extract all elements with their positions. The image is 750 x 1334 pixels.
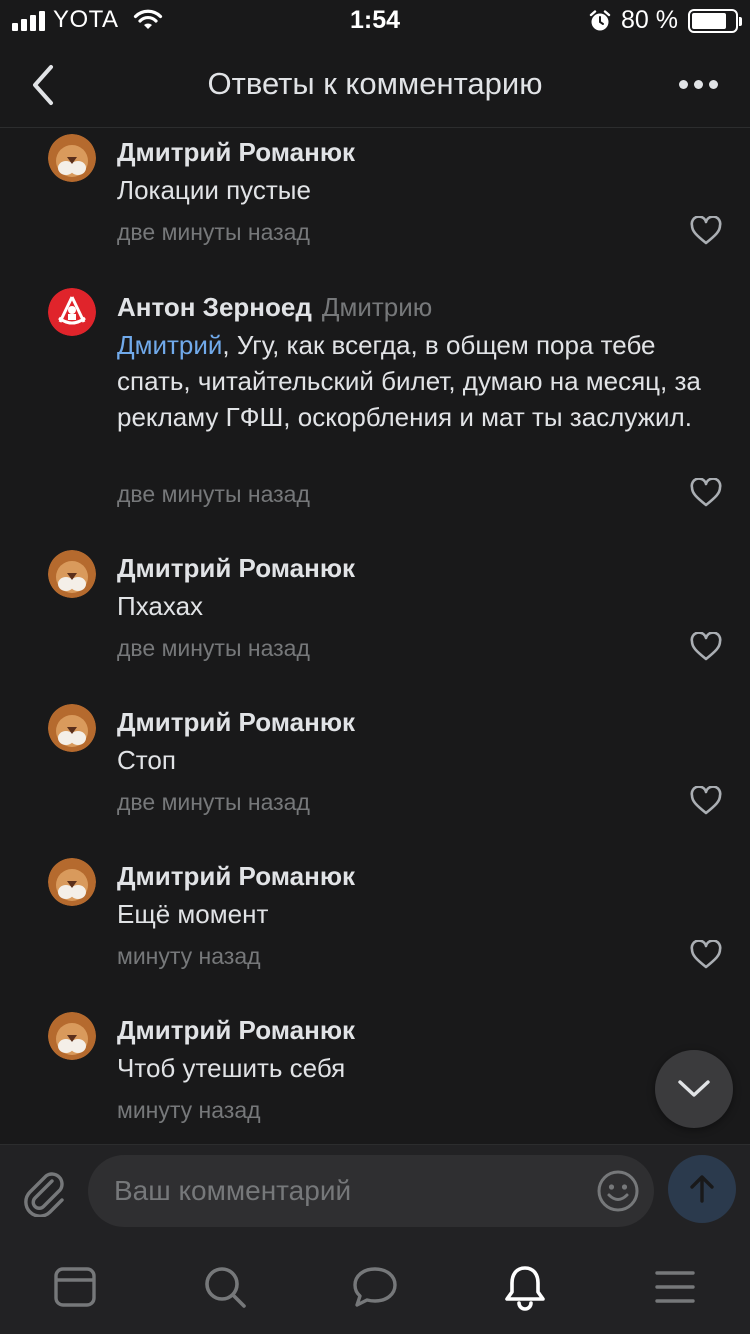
- comment-input[interactable]: Ваш комментарий: [88, 1155, 654, 1227]
- comment-text: Пхахах: [117, 591, 204, 621]
- comment-time: две минуты назад: [117, 219, 310, 245]
- lion-avatar[interactable]: [48, 1012, 96, 1060]
- battery-percent: 80 %: [621, 6, 678, 34]
- menu-icon: [655, 1271, 695, 1303]
- lion-avatar[interactable]: [48, 704, 96, 752]
- search-icon: [205, 1267, 246, 1308]
- heart-icon[interactable]: [690, 632, 722, 662]
- author-name[interactable]: Антон Зерноед: [117, 292, 312, 322]
- tab-news[interactable]: [50, 1262, 100, 1312]
- tab-search[interactable]: [200, 1262, 250, 1312]
- author-row: Антон Зерноед Дмитрию: [117, 292, 432, 323]
- comment-text: Локации пустые: [117, 175, 311, 205]
- paperclip-icon[interactable]: [22, 1167, 68, 1217]
- nav-bar: Ответы к комментарию: [0, 42, 750, 128]
- chevron-down-icon: [678, 1080, 710, 1097]
- battery-icon: [688, 8, 742, 33]
- heart-icon[interactable]: [690, 216, 722, 246]
- author-row: Дмитрий Романюк: [117, 1015, 355, 1046]
- heart-icon[interactable]: [690, 478, 722, 508]
- more-horizontal-icon: [678, 79, 688, 89]
- status-right: 80 %: [589, 6, 742, 35]
- arrow-up-icon: [690, 1175, 714, 1203]
- notifications-icon: [505, 1266, 545, 1311]
- tab-menu[interactable]: [650, 1262, 700, 1312]
- alarm-clock-icon: [589, 9, 611, 30]
- author-name[interactable]: Дмитрий Романюк: [117, 137, 355, 167]
- author-row: Дмитрий Романюк: [117, 707, 355, 738]
- author-name[interactable]: Дмитрий Романюк: [117, 707, 355, 737]
- comment-text: Стоп: [117, 745, 176, 775]
- author-row: Дмитрий Романюк: [117, 137, 355, 168]
- comment-time: две минуты назад: [117, 481, 310, 507]
- scroll-down-button[interactable]: [655, 1050, 733, 1128]
- page-title: Ответы к комментарию: [207, 66, 543, 101]
- news-icon: [54, 1267, 96, 1307]
- author-name[interactable]: Дмитрий Романюк: [117, 553, 355, 583]
- lion-avatar[interactable]: [48, 134, 96, 182]
- comment-text: Ещё момент: [117, 899, 269, 929]
- comment-time: минуту назад: [117, 943, 261, 969]
- more-button[interactable]: [670, 68, 726, 100]
- author-row: Дмитрий Романюк: [117, 861, 355, 892]
- comment-time: минуту назад: [117, 1097, 261, 1123]
- comment-input-placeholder: Ваш комментарий: [114, 1175, 352, 1206]
- author-name[interactable]: Дмитрий Романюк: [117, 861, 355, 891]
- reply-to-label[interactable]: Дмитрию: [322, 292, 432, 322]
- battery-fill: [692, 12, 726, 29]
- tab-bar: [0, 1240, 750, 1334]
- tab-notifications[interactable]: [500, 1262, 550, 1312]
- mention-link[interactable]: Дмитрий: [117, 330, 222, 360]
- author-row: Дмитрий Романюк: [117, 553, 355, 584]
- comment-text: Дмитрий, Угу, как всегда, в общем пора т…: [117, 327, 714, 435]
- heart-icon[interactable]: [690, 786, 722, 816]
- comment-time: две минуты назад: [117, 789, 310, 815]
- comment-composer: Ваш комментарий: [0, 1144, 750, 1240]
- send-button[interactable]: [668, 1155, 736, 1223]
- author-name[interactable]: Дмитрий Романюк: [117, 1015, 355, 1045]
- screen: YOTA 1:54 80 % Ответы к комментарию Дмит…: [0, 0, 750, 1334]
- lion-avatar[interactable]: [48, 550, 96, 598]
- comment-list[interactable]: Дмитрий Романюк Локации пустые две минут…: [0, 128, 750, 1144]
- comment-time: две минуты назад: [117, 635, 310, 661]
- smile-icon[interactable]: [596, 1169, 640, 1213]
- mason-emblem-avatar[interactable]: [48, 288, 96, 336]
- messages-icon: [353, 1267, 397, 1307]
- status-bar: YOTA 1:54 80 %: [0, 0, 750, 42]
- comment-text: Чтоб утешить себя: [117, 1053, 346, 1083]
- lion-avatar[interactable]: [48, 858, 96, 906]
- tab-messages[interactable]: [350, 1262, 400, 1312]
- heart-icon[interactable]: [690, 940, 722, 970]
